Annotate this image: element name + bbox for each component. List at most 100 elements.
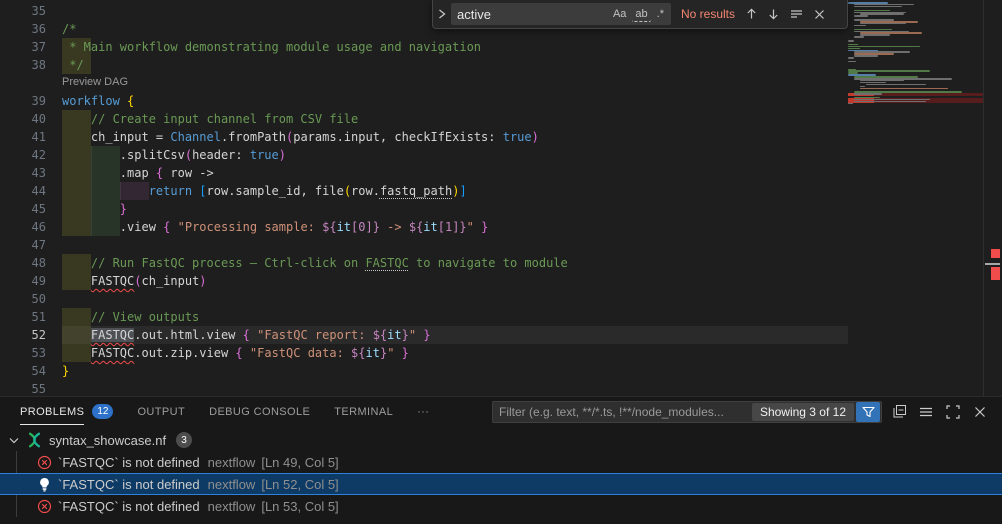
problem-source: nextflow <box>208 477 256 492</box>
code-token: } <box>423 328 430 342</box>
code-token: ) <box>279 148 286 162</box>
codelens-row: Preview DAG <box>0 74 848 92</box>
line-number: 55 <box>0 380 46 396</box>
code-line-52[interactable]: 52 FASTQC.out.html.view { "FastQC report… <box>0 326 848 344</box>
minimap-code-row <box>860 86 865 88</box>
code-line-39[interactable]: 39workflow { <box>0 92 848 110</box>
code-token: { <box>127 94 134 108</box>
next-match-icon[interactable] <box>768 8 779 20</box>
line-number: 50 <box>0 290 46 308</box>
code-line-49[interactable]: 49 FASTQC(ch_input) <box>0 272 848 290</box>
code-token: .map <box>62 166 156 180</box>
code-line-44[interactable]: 44 return [row.sample_id, file(row.fastq… <box>0 182 848 200</box>
code-token: ${ <box>409 220 423 234</box>
minimap-code-row <box>854 10 890 12</box>
problem-row[interactable]: `FASTQC` is not definednextflow[Ln 53, C… <box>0 495 1002 517</box>
filter-funnel-icon[interactable] <box>856 402 880 422</box>
code-token: true <box>503 130 532 144</box>
code-token: row.sample_id, file <box>207 184 344 198</box>
code-token: // View outputs <box>91 310 199 324</box>
code-token: FASTQC <box>91 328 134 342</box>
code-line-46[interactable]: 46 .view { "Processing sample: ${it[0]} … <box>0 218 848 236</box>
code-line-51[interactable]: 51 // View outputs <box>0 308 848 326</box>
panel-tab-problems[interactable]: PROBLEMS12 <box>20 397 113 426</box>
close-panel-icon[interactable] <box>970 402 990 422</box>
code-line-50[interactable]: 50 <box>0 290 848 308</box>
code-token: it <box>387 328 401 342</box>
maximize-panel-icon[interactable] <box>943 402 963 422</box>
problem-source: nextflow <box>208 499 256 514</box>
code-token <box>62 346 91 360</box>
match-case-icon[interactable]: Aa <box>610 7 629 21</box>
find-in-selection-icon[interactable] <box>790 8 803 20</box>
panel-tab-terminal[interactable]: TERMINAL <box>334 397 393 426</box>
vscode-window: 3536/*37 * Main workflow demonstrating m… <box>0 0 1002 524</box>
code-line-38[interactable]: 38 */ <box>0 56 848 74</box>
code-line-47[interactable]: 47 <box>0 236 848 254</box>
codelens-preview-dag-link[interactable]: Preview DAG <box>62 74 128 90</box>
bottom-panel: PROBLEMS12 OUTPUT DEBUG CONSOLE TERMINAL ···… <box>0 396 1002 524</box>
view-as-table-icon[interactable] <box>916 402 936 422</box>
problems-count-badge: 12 <box>92 404 113 419</box>
minimap-code-row <box>848 103 853 105</box>
lightbulb-icon <box>36 476 52 492</box>
panel-more-actions-icon[interactable]: ··· <box>417 397 429 426</box>
panel-tab-debug-console[interactable]: DEBUG CONSOLE <box>209 397 310 426</box>
code-line-37[interactable]: 37 * Main workflow demonstrating module … <box>0 38 848 56</box>
code-token: "Processing sample: <box>178 220 323 234</box>
code-token: ${ <box>322 220 336 234</box>
problem-message: `FASTQC` is not defined <box>58 455 200 470</box>
problems-file-row[interactable]: syntax_showcase.nf 3 <box>0 429 1002 451</box>
code-token: FASTQC <box>365 256 408 270</box>
code-token <box>62 310 91 324</box>
close-find-icon[interactable] <box>814 9 825 20</box>
problems-filter-input[interactable] <box>493 405 752 419</box>
code-token <box>243 346 250 360</box>
regex-icon[interactable]: .* <box>654 7 667 21</box>
panel-tab-label: OUTPUT <box>137 399 185 425</box>
toggle-replace-chevron-icon[interactable] <box>433 9 451 19</box>
chevron-down-icon[interactable] <box>6 437 22 444</box>
line-number: 38 <box>0 56 46 74</box>
code-token <box>394 346 401 360</box>
code-line-48[interactable]: 48 // Run FastQC process – Ctrl-click on… <box>0 254 848 272</box>
whole-word-icon[interactable]: ab <box>632 7 650 22</box>
code-line-43[interactable]: 43 .map { row -> <box>0 164 848 182</box>
find-input[interactable] <box>457 7 607 22</box>
code-line-55[interactable]: 55 <box>0 380 848 396</box>
minimap-code-row <box>848 70 930 72</box>
code-token: { <box>235 346 242 360</box>
code-token: header: <box>192 148 250 162</box>
code-line-45[interactable]: 45 } <box>0 200 848 218</box>
code-line-40[interactable]: 40 // Create input channel from CSV file <box>0 110 848 128</box>
code-token: [1]} <box>438 220 467 234</box>
previous-match-icon[interactable] <box>746 8 757 20</box>
line-number: 46 <box>0 218 46 236</box>
panel-tab-output[interactable]: OUTPUT <box>137 397 185 426</box>
code-token: ch_input = <box>62 130 170 144</box>
minimap-code-row <box>860 88 948 90</box>
code-token: "FastQC report: <box>257 328 373 342</box>
problem-row[interactable]: `FASTQC` is not definednextflow[Ln 49, C… <box>0 451 1002 473</box>
minimap[interactable] <box>848 0 983 396</box>
code-line-53[interactable]: 53 FASTQC.out.zip.view { "FastQC data: $… <box>0 344 848 362</box>
find-results-status: No results <box>681 7 735 21</box>
collapse-all-icon[interactable] <box>889 402 909 422</box>
panel-tab-label: DEBUG CONSOLE <box>209 399 310 425</box>
line-number: 41 <box>0 128 46 146</box>
code-line-42[interactable]: 42 .splitCsv(header: true) <box>0 146 848 164</box>
minimap-code-row <box>848 61 856 63</box>
error-icon <box>36 498 52 514</box>
code-token: .out.zip.view <box>134 346 235 360</box>
code-token: ${ <box>373 328 387 342</box>
code-token: FASTQC <box>91 274 134 288</box>
code-token: .fromPath <box>221 130 286 144</box>
code-line-41[interactable]: 41 ch_input = Channel.fromPath(params.in… <box>0 128 848 146</box>
code-token: .splitCsv <box>62 148 185 162</box>
code-token: workflow <box>62 94 127 108</box>
code-token: ] <box>459 184 466 198</box>
problem-row[interactable]: `FASTQC` is not definednextflow[Ln 52, C… <box>0 473 1002 495</box>
problem-rows: `FASTQC` is not definednextflow[Ln 49, C… <box>0 451 1002 517</box>
code-line-54[interactable]: 54} <box>0 362 848 380</box>
code-editor[interactable]: 3536/*37 * Main workflow demonstrating m… <box>0 0 1002 396</box>
